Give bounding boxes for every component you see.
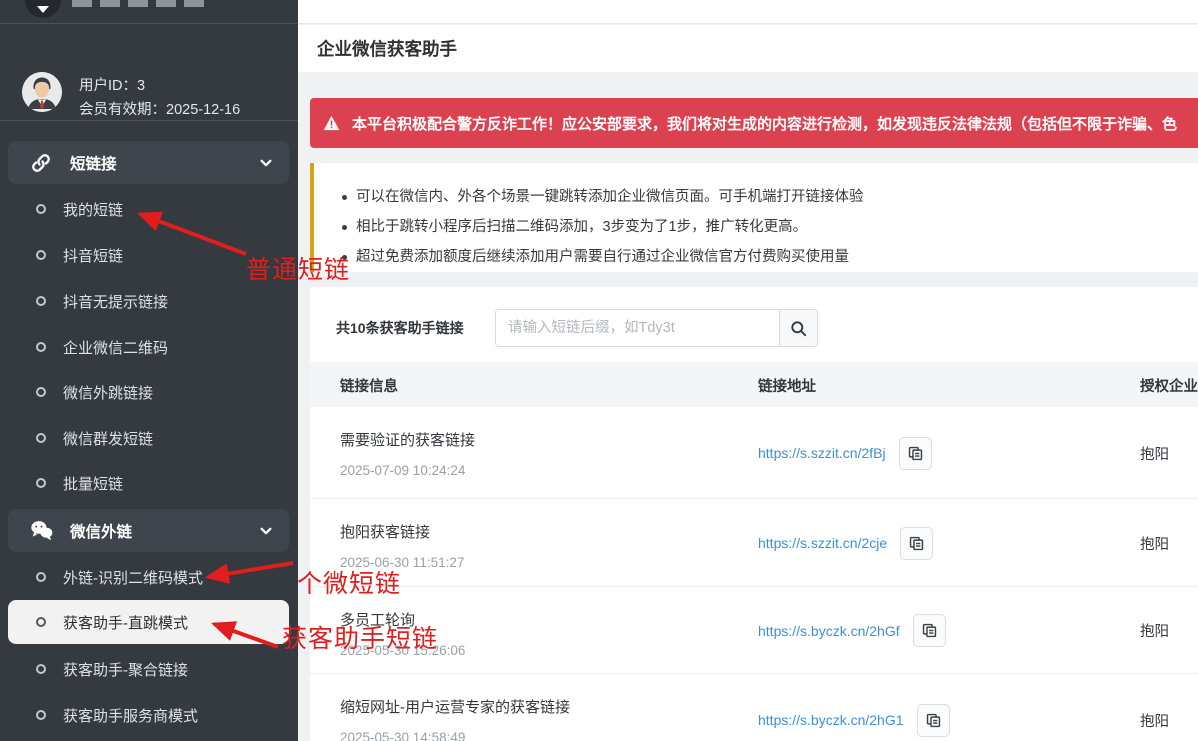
table-row: 缩短网址-用户运营专家的获客链接 2025-05-30 14:58:49 htt… — [310, 674, 1198, 741]
annotation-acquisition-assistant-short-link: 获客助手短链 — [282, 619, 438, 655]
link-name: 抱阳获客链接 — [340, 521, 464, 542]
copy-icon — [925, 712, 942, 729]
copy-button[interactable] — [913, 614, 946, 647]
sidebar-item-assistant-aggregate[interactable]: 获客助手-聚合链接 — [8, 649, 289, 689]
short-link-url[interactable]: https://s.szzit.cn/2fBj — [758, 445, 886, 461]
short-link-url[interactable]: https://s.byczk.cn/2hGf — [758, 623, 900, 639]
copy-icon — [907, 445, 924, 462]
table-row: 需要验证的获客链接 2025-07-09 10:24:24 https://s.… — [310, 407, 1198, 499]
copy-icon — [908, 535, 925, 552]
link-date: 2025-05-30 14:58:49 — [340, 730, 570, 741]
tip-item: 可以在微信内、外各个场景一键跳转添加企业微信页面。可手机端打开链接体验 — [340, 182, 1188, 212]
wechat-icon — [30, 520, 52, 542]
link-info-cell: 需要验证的获客链接 2025-07-09 10:24:24 — [340, 429, 475, 478]
sidebar-item-assistant-provider-mode[interactable]: 获客助手服务商模式 — [8, 695, 289, 735]
link-info-cell: 缩短网址-用户运营专家的获客链接 2025-05-30 14:58:49 — [340, 696, 570, 741]
warning-text: 本平台积极配合警方反诈工作！应公安部要求，我们将对生成的内容进行检测，如发现违反… — [352, 113, 1177, 134]
search-row: 共10条获客助手链接 — [336, 309, 818, 347]
authorized-company-cell: 抱阳 — [1140, 407, 1169, 499]
circle-bullet-icon — [36, 710, 46, 720]
user-id-line: 用户ID：3 — [79, 74, 240, 98]
column-header-authorized-company: 授权企业 — [1140, 375, 1198, 396]
link-address-cell: https://s.byczk.cn/2hG1 — [758, 674, 950, 741]
authorized-company-cell: 抱阳 — [1140, 587, 1169, 674]
column-header-link-info: 链接信息 — [340, 375, 398, 396]
sidebar-item-my-shortlink[interactable]: 我的短链 — [8, 189, 289, 229]
sidebar-item-wechat-group[interactable]: 微信群发短链 — [8, 418, 289, 458]
link-address-cell: https://s.szzit.cn/2cje — [758, 499, 933, 587]
tip-item: 相比于跳转小程序后扫描二维码添加，3步变为了1步，推广转化更高。 — [340, 212, 1188, 242]
user-avatar — [22, 72, 62, 112]
circle-bullet-icon — [36, 387, 46, 397]
authorized-company-cell: 抱阳 — [1140, 674, 1169, 741]
warning-triangle-icon — [323, 115, 340, 131]
page-title: 企业微信获客助手 — [317, 36, 457, 61]
circle-bullet-icon — [36, 250, 46, 260]
table-header: 链接信息 链接地址 授权企业 — [310, 362, 1198, 407]
sidebar-item-wecom-qrcode[interactable]: 企业微信二维码 — [8, 327, 289, 367]
link-count-label: 共10条获客助手链接 — [336, 318, 495, 338]
link-list-card: 共10条获客助手链接 链接信息 链接地址 授权企业 需要验证的获客链接 2025… — [310, 287, 1198, 741]
member-expiry-line: 会员有效期：2025-12-16 — [79, 98, 240, 122]
link-icon — [30, 152, 52, 174]
search-button[interactable] — [780, 309, 818, 347]
circle-bullet-icon — [36, 204, 46, 214]
tips-panel: 可以在微信内、外各个场景一键跳转添加企业微信页面。可手机端打开链接体验 相比于跳… — [310, 163, 1198, 272]
short-link-url[interactable]: https://s.szzit.cn/2cje — [758, 535, 887, 551]
chevron-down-icon — [259, 524, 273, 538]
annotation-normal-short-link: 普通短链 — [246, 250, 350, 286]
link-info-cell: 抱阳获客链接 2025-06-30 11:51:27 — [340, 521, 464, 570]
circle-bullet-icon — [36, 296, 46, 306]
app-root: 用户ID：3 会员有效期：2025-12-16 短链接 我的短链 抖音短链 — [0, 0, 1198, 741]
circle-bullet-icon — [36, 572, 46, 582]
title-bar: 企业微信获客助手 — [298, 25, 1198, 72]
column-header-link-address: 链接地址 — [758, 375, 816, 396]
sidebar-item-batch-shortlink[interactable]: 批量短链 — [8, 463, 289, 503]
menu-section-wechat-external[interactable]: 微信外链 — [8, 509, 289, 552]
authorized-company-cell: 抱阳 — [1140, 499, 1169, 587]
circle-bullet-icon — [36, 342, 46, 352]
table-row: 抱阳获客链接 2025-06-30 11:51:27 https://s.szz… — [310, 499, 1198, 587]
sidebar: 用户ID：3 会员有效期：2025-12-16 短链接 我的短链 抖音短链 — [0, 0, 298, 741]
anti-fraud-warning-banner: 本平台积极配合警方反诈工作！应公安部要求，我们将对生成的内容进行检测，如发现违反… — [310, 98, 1198, 148]
sidebar-menu: 短链接 我的短链 抖音短链 抖音无提示链接 企业微信二维码 微信外跳链接 微信群… — [0, 122, 298, 741]
link-address-cell: https://s.szzit.cn/2fBj — [758, 407, 932, 499]
user-info-panel: 用户ID：3 会员有效期：2025-12-16 — [0, 24, 298, 121]
table-row: 多员工轮询 2025-05-30 15:26:06 https://s.bycz… — [310, 587, 1198, 674]
sidebar-item-assistant-direct-jump[interactable]: 获客助手-直跳模式 — [8, 600, 289, 644]
user-details: 用户ID：3 会员有效期：2025-12-16 — [79, 74, 240, 122]
copy-icon — [921, 622, 938, 639]
copy-button[interactable] — [917, 704, 950, 737]
brand-logo-icon — [25, 0, 61, 18]
search-icon — [789, 319, 808, 338]
circle-bullet-icon — [36, 433, 46, 443]
menu-section-shortlink[interactable]: 短链接 — [8, 141, 289, 184]
tips-list: 可以在微信内、外各个场景一键跳转添加企业微信页面。可手机端打开链接体验 相比于跳… — [340, 182, 1188, 272]
brand-text-clipped — [72, 0, 204, 12]
chevron-down-icon — [259, 156, 273, 170]
link-name: 缩短网址-用户运营专家的获客链接 — [340, 696, 570, 717]
copy-button[interactable] — [899, 437, 932, 470]
menu-section-label: 短链接 — [70, 152, 117, 174]
search-input[interactable] — [495, 309, 780, 347]
link-name: 需要验证的获客链接 — [340, 429, 475, 450]
sidebar-item-wechat-jump[interactable]: 微信外跳链接 — [8, 372, 289, 412]
short-link-url[interactable]: https://s.byczk.cn/2hG1 — [758, 712, 904, 728]
table-body: 需要验证的获客链接 2025-07-09 10:24:24 https://s.… — [310, 407, 1198, 741]
link-date: 2025-07-09 10:24:24 — [340, 463, 475, 478]
sidebar-item-external-qrcode-mode[interactable]: 外链-识别二维码模式 — [8, 557, 289, 597]
tip-item: 超过免费添加额度后继续添加用户需要自行通过企业微信官方付费购买使用量 — [340, 242, 1188, 272]
annotation-personal-wechat-short-link: 个微短链 — [297, 564, 401, 600]
top-navbar — [298, 0, 1198, 24]
brand-header — [0, 0, 298, 24]
circle-bullet-icon — [36, 664, 46, 674]
link-address-cell: https://s.byczk.cn/2hGf — [758, 587, 946, 674]
copy-button[interactable] — [900, 527, 933, 560]
circle-bullet-icon — [36, 617, 46, 627]
circle-bullet-icon — [36, 478, 46, 488]
menu-section-label: 微信外链 — [70, 520, 132, 542]
sidebar-item-douyin-noprompt[interactable]: 抖音无提示链接 — [8, 281, 289, 321]
